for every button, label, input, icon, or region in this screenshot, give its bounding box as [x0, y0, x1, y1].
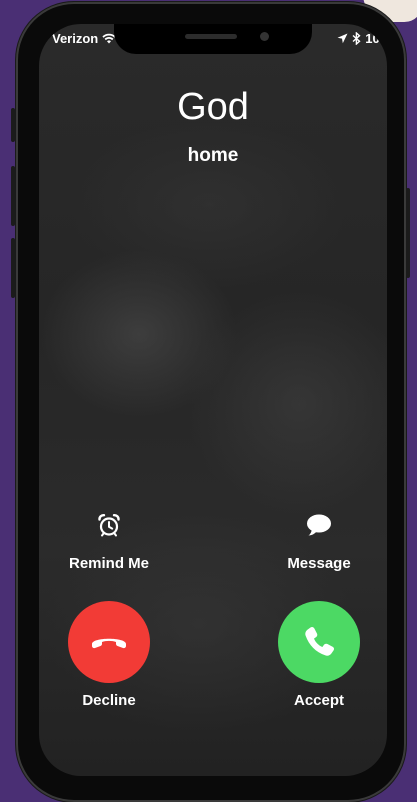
alarm-clock-icon	[98, 514, 120, 537]
location-arrow-icon	[337, 33, 348, 44]
earpiece-speaker	[185, 34, 237, 39]
power-button	[406, 188, 410, 278]
decline-label: Decline	[82, 692, 136, 709]
accept-label: Accept	[293, 692, 345, 709]
front-camera	[260, 32, 269, 41]
call-screen: Verizon 100 God home Remind Me Message D…	[39, 24, 387, 776]
status-bar-left: Verizon	[52, 31, 116, 46]
caller-name: God	[177, 86, 249, 128]
remind-me-button[interactable]: Remind Me	[44, 513, 174, 572]
decline-button[interactable]	[68, 601, 150, 683]
volume-down-button	[11, 238, 15, 298]
speech-bubble-icon	[307, 514, 331, 536]
phone-hangup-icon	[92, 638, 126, 649]
battery-percent: 100	[365, 31, 387, 46]
notch	[114, 24, 312, 54]
silent-switch	[11, 108, 15, 142]
remind-me-label: Remind Me	[68, 555, 149, 572]
bluetooth-icon	[352, 32, 361, 45]
phone-icon	[305, 626, 335, 656]
message-button[interactable]: Message	[254, 513, 384, 572]
message-label: Message	[287, 555, 351, 572]
status-bar-right: 100	[337, 31, 387, 46]
accept-button[interactable]	[278, 601, 360, 683]
caller-phone-label: home	[187, 145, 239, 166]
carrier-name: Verizon	[52, 31, 99, 46]
volume-up-button	[11, 166, 15, 226]
